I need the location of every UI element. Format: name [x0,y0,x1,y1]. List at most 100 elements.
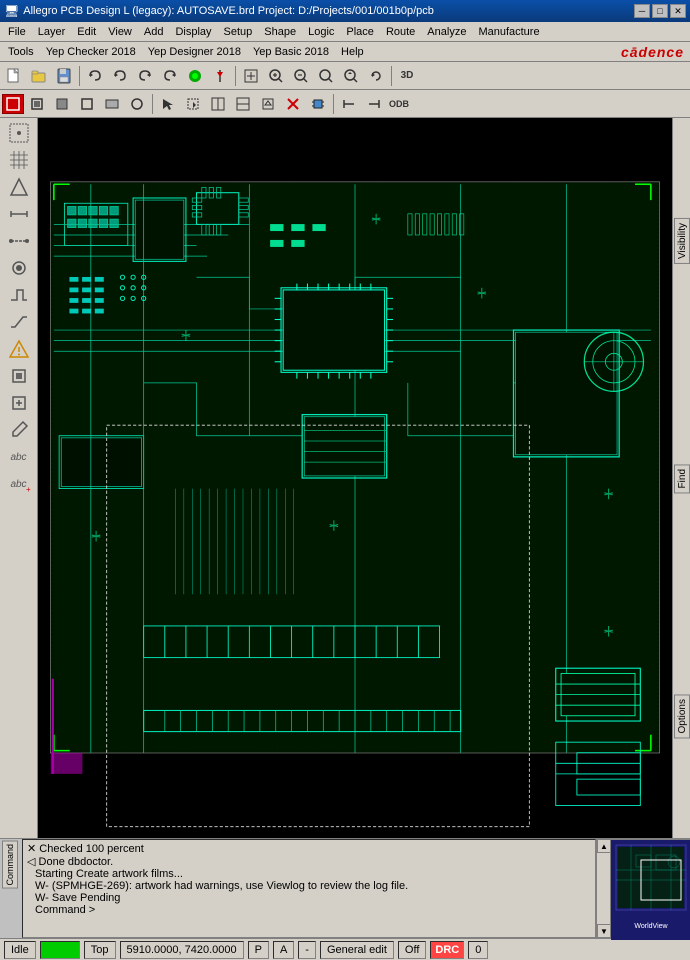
menu-layer[interactable]: Layer [32,25,72,39]
menu-yep-checker[interactable]: Yep Checker 2018 [40,45,142,59]
right-panel: Visibility Find Options [672,118,690,838]
tb2-circle[interactable] [125,93,149,115]
zoom-area-button[interactable] [314,65,338,87]
scroll-track[interactable] [597,853,610,924]
off-label: Off [398,941,426,959]
lt-measure[interactable] [4,201,34,227]
pin-button[interactable] [208,65,232,87]
redo-button[interactable] [133,65,157,87]
menu-analyze[interactable]: Analyze [421,25,472,39]
maximize-button[interactable]: □ [652,4,668,18]
zoom-fit-button[interactable] [239,65,263,87]
minimize-button[interactable]: ─ [634,4,650,18]
lt-add[interactable] [4,390,34,416]
cadence-logo: cādence [621,44,684,60]
lt-via[interactable] [4,255,34,281]
title-controls: ─ □ ✕ [634,4,686,18]
lt-connect[interactable] [4,228,34,254]
undo-button[interactable] [83,65,107,87]
tb2-9[interactable] [206,93,230,115]
log-line-6: Command > [35,904,591,916]
minimap[interactable]: WorldView [610,839,690,938]
tb2-3[interactable] [50,93,74,115]
menu-tools[interactable]: Tools [2,45,40,59]
log-area: Command ✕ Checked 100 percent ◁ Done dbd… [0,838,690,938]
tb2-right[interactable] [362,93,386,115]
tb2-cross[interactable] [281,93,305,115]
menu-help[interactable]: Help [335,45,370,59]
lt-grid[interactable] [4,147,34,173]
tb2-2[interactable] [25,93,49,115]
undo2-button[interactable] [108,65,132,87]
zoom-out-button[interactable] [289,65,313,87]
left-toolbar: abc abc + [0,118,38,838]
lt-snap[interactable] [4,120,34,146]
save-button[interactable] [52,65,76,87]
new-button[interactable] [2,65,26,87]
coords-display: 5910.0000, 7420.0000 [120,941,244,959]
p-flag: P [248,941,269,959]
lt-route[interactable] [4,309,34,335]
main-layout: abc abc + [0,118,690,838]
menu-place[interactable]: Place [340,25,380,39]
lt-highlight[interactable] [4,174,34,200]
log-content[interactable]: ✕ Checked 100 percent ◁ Done dbdoctor. S… [22,839,596,938]
menu-yep-designer[interactable]: Yep Designer 2018 [142,45,247,59]
zoom-in-button[interactable] [264,65,288,87]
run-button[interactable] [183,65,207,87]
menu-add[interactable]: Add [138,25,170,39]
scroll-up-button[interactable]: ▲ [597,839,611,853]
tb2-box-select[interactable] [181,93,205,115]
canvas-area[interactable] [38,118,672,838]
sep5 [333,94,334,114]
open-button[interactable] [27,65,51,87]
tb2-10[interactable] [231,93,255,115]
sep3 [391,66,392,86]
lt-text2[interactable]: abc + [4,471,34,497]
3d-button[interactable]: 3D [395,65,419,87]
log-left: Command [0,839,22,938]
visibility-tab[interactable]: Visibility [674,218,690,264]
menu-logic[interactable]: Logic [302,25,340,39]
status-green [40,941,80,959]
menu-bar2: Tools Yep Checker 2018 Yep Designer 2018… [0,42,690,62]
menu-bar: File Layer Edit View Add Display Setup S… [0,22,690,42]
tb2-4[interactable] [75,93,99,115]
menu-route[interactable]: Route [380,25,421,39]
odb-button[interactable]: ODB [387,93,411,115]
sep2 [235,66,236,86]
sep4 [152,94,153,114]
find-tab[interactable]: Find [674,464,690,493]
rotate-button[interactable] [364,65,388,87]
lt-edit[interactable] [4,417,34,443]
menu-yep-basic[interactable]: Yep Basic 2018 [247,45,335,59]
tb2-left[interactable] [337,93,361,115]
drc-count: 0 [468,941,488,959]
lt-text[interactable]: abc [4,444,34,470]
title-bar: 🖥 Allegro PCB Design L (legacy): AUTOSAV… [0,0,690,22]
options-tab[interactable]: Options [674,694,690,738]
tb2-11[interactable] [256,93,280,115]
layer-display: Top [84,941,116,959]
menu-edit[interactable]: Edit [71,25,102,39]
tb2-highlight[interactable] [2,94,24,114]
sep1 [79,66,80,86]
lt-trace[interactable] [4,282,34,308]
menu-manufacture[interactable]: Manufacture [472,25,545,39]
menu-file[interactable]: File [2,25,32,39]
tb2-chip[interactable] [306,93,330,115]
menu-display[interactable]: Display [169,25,217,39]
status-bar: Idle Top 5910.0000, 7420.0000 P A - Gene… [0,938,690,960]
scroll-down-button[interactable]: ▼ [597,924,611,938]
tb2-5[interactable] [100,93,124,115]
log-line-4: W- (SPMHGE-269): artwork had warnings, u… [35,880,591,892]
close-button[interactable]: ✕ [670,4,686,18]
redo2-button[interactable] [158,65,182,87]
lt-place[interactable] [4,363,34,389]
tb2-select[interactable] [156,93,180,115]
lt-warn[interactable] [4,336,34,362]
menu-shape[interactable]: Shape [258,25,302,39]
zoom-prev-button[interactable] [339,65,363,87]
menu-setup[interactable]: Setup [218,25,259,39]
menu-view[interactable]: View [102,25,138,39]
